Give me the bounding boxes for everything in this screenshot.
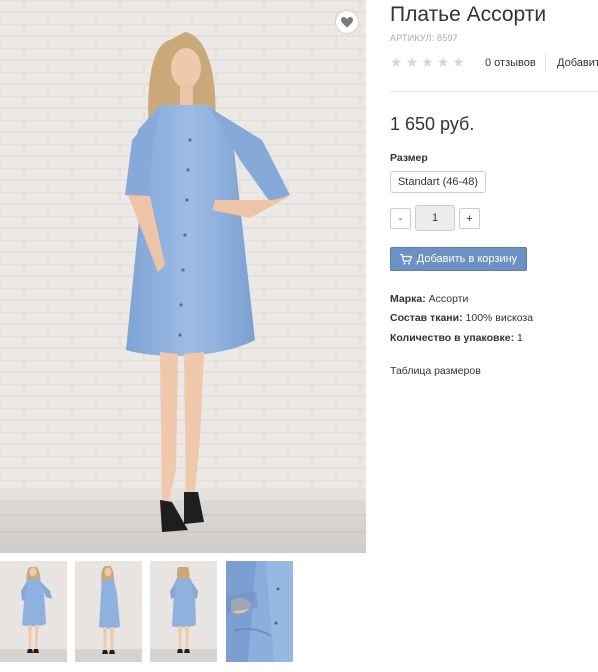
heart-icon (341, 16, 353, 27)
rating-stars[interactable]: ★ ★ ★ ★ ★ (390, 55, 465, 69)
attribute-name: Марка: (390, 293, 426, 305)
size-table-link[interactable]: Таблица размеров (390, 365, 481, 377)
quantity-increase-button[interactable]: + (459, 208, 480, 229)
attribute-name: Количество в упаковке: (390, 332, 515, 344)
info-divider (390, 91, 598, 92)
attribute-name: Состав ткани: (390, 312, 463, 324)
attribute-value: Ассорти (428, 293, 469, 305)
quantity-input[interactable] (415, 205, 455, 231)
reviews-divider (545, 53, 546, 73)
favorite-button[interactable] (336, 11, 358, 33)
thumbnail-front-illustration (0, 561, 67, 662)
thumbnail-detail-illustration (226, 561, 293, 662)
quantity-decrease-button[interactable]: - (390, 208, 411, 229)
add-to-cart-label: Добавить в корзину (416, 253, 518, 265)
add-review-link[interactable]: Добавит (557, 57, 598, 69)
star-icon[interactable]: ★ (437, 55, 450, 69)
reviews-count-link[interactable]: 0 отзывов (485, 57, 536, 69)
size-label: Размер (390, 152, 428, 164)
attribute-fabric: Состав ткани: 100% вискоза (390, 312, 533, 324)
thumbnail-back-illustration (150, 561, 217, 662)
thumbnail-side[interactable] (75, 561, 142, 662)
product-photo-illustration (0, 0, 366, 553)
thumbnail-gallery (0, 561, 300, 663)
thumbnail-side-illustration (75, 561, 142, 662)
product-main-image[interactable] (0, 0, 366, 553)
star-icon[interactable]: ★ (406, 55, 419, 69)
attribute-value: 100% вискоза (465, 312, 534, 324)
product-sku: АРТИКУЛ: 8597 (390, 33, 458, 43)
thumbnail-front[interactable] (0, 561, 67, 662)
cart-icon (399, 253, 412, 264)
product-price: 1 650 руб. (390, 114, 475, 134)
star-icon[interactable]: ★ (390, 55, 403, 69)
star-icon[interactable]: ★ (421, 55, 434, 69)
add-to-cart-button[interactable]: Добавить в корзину (390, 247, 527, 271)
product-title: Платье Ассорти (390, 3, 547, 26)
thumbnail-detail[interactable] (226, 561, 293, 662)
star-icon[interactable]: ★ (452, 55, 465, 69)
attribute-pack-quantity: Количество в упаковке: 1 (390, 332, 523, 344)
size-option-button[interactable]: Standart (46-48) (390, 171, 486, 193)
attribute-brand: Марка: Ассорти (390, 293, 468, 305)
attribute-value: 1 (517, 332, 523, 344)
thumbnail-back[interactable] (150, 561, 217, 662)
